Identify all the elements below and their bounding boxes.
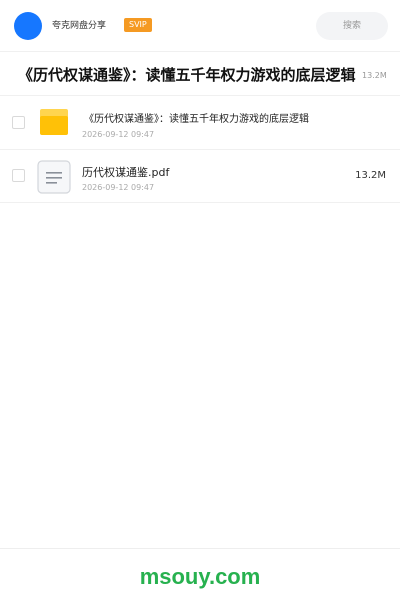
list-item-folder[interactable]: 《历代权谋通鉴》：读懂五千年权力游戏的底层逻辑 2026-09-12 09:47 bbox=[0, 97, 400, 150]
folder-icon bbox=[40, 109, 68, 135]
item-name: 《历代权谋通鉴》：读懂五千年权力游戏的底层逻辑 bbox=[84, 114, 309, 125]
item-checkbox[interactable] bbox=[12, 116, 25, 129]
svip-badge: SVIP bbox=[124, 18, 152, 32]
item-checkbox[interactable] bbox=[12, 169, 25, 182]
item-name: 历代权谋通鉴.pdf bbox=[82, 166, 170, 179]
item-date: 2026-09-12 09:47 bbox=[82, 130, 155, 139]
footer: msouy.com bbox=[0, 548, 400, 600]
share-page: 夸克网盘分享 SVIP 搜索 《历代权谋通鉴》：读懂五千年权力游戏的底层逻辑 1… bbox=[0, 0, 400, 600]
watermark-text: msouy.com bbox=[139, 564, 261, 589]
list-item-file[interactable]: 历代权谋通鉴.pdf 2026-09-12 09:47 13.2M bbox=[0, 150, 400, 203]
avatar[interactable] bbox=[14, 12, 42, 40]
item-size: 13.2M bbox=[355, 170, 386, 181]
brand-name: 夸克网盘分享 bbox=[52, 21, 107, 31]
title-row: 《历代权谋通鉴》：读懂五千年权力游戏的底层逻辑 13.2M bbox=[0, 52, 400, 96]
search-button[interactable]: 搜索 bbox=[316, 12, 388, 40]
document-icon bbox=[37, 160, 71, 194]
total-size: 13.2M bbox=[362, 71, 387, 80]
item-date: 2026-09-12 09:47 bbox=[82, 183, 155, 192]
page-title: 《历代权谋通鉴》：读懂五千年权力游戏的底层逻辑 bbox=[18, 66, 356, 84]
header: 夸克网盘分享 SVIP 搜索 bbox=[0, 0, 400, 52]
file-list: 《历代权谋通鉴》：读懂五千年权力游戏的底层逻辑 2026-09-12 09:47… bbox=[0, 97, 400, 203]
